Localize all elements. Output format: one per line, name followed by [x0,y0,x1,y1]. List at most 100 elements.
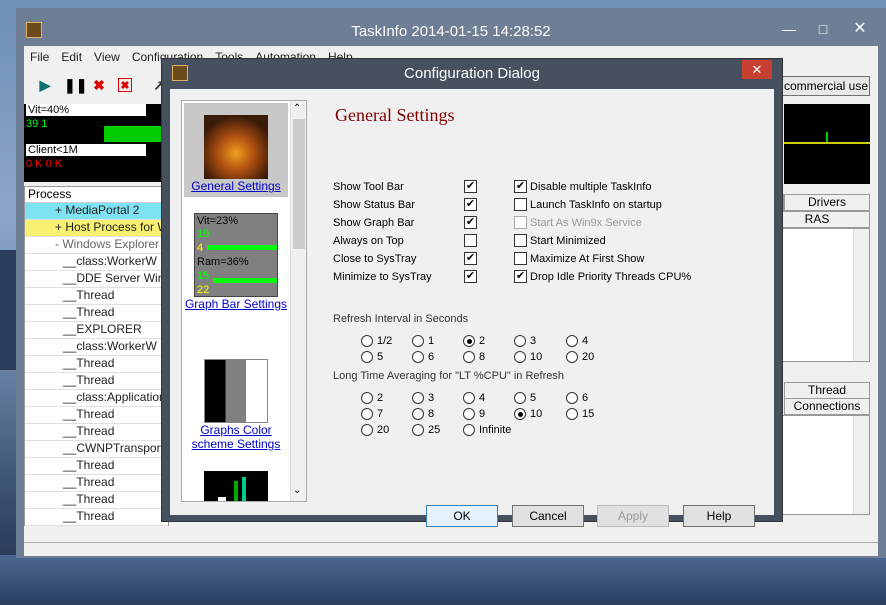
radio-option[interactable]: 3 [514,335,562,351]
process-row[interactable]: __Thread [25,458,168,475]
radio-option[interactable]: 3 [412,392,460,408]
upper-list-scrollbar[interactable] [853,229,869,361]
radio-option[interactable]: 8 [412,408,460,424]
process-row[interactable]: __EXPLORER [25,322,168,339]
process-row[interactable]: __Thread [25,407,168,424]
option-checkbox[interactable]: ✔ [514,270,527,283]
dialog-close-button[interactable]: ✕ [742,60,772,79]
lower-list-scrollbar[interactable] [853,416,869,514]
option-checkbox[interactable] [514,216,527,229]
process-row[interactable]: __class:WorkerW [25,254,168,271]
radio-option[interactable]: 2 [361,392,409,408]
radio-button[interactable] [361,392,373,404]
radio-button[interactable] [514,351,526,363]
pause-icon[interactable]: ❚❚ [64,78,87,92]
main-titlebar[interactable]: TaskInfo 2014-01-15 14:28:52 — □ ✕ [16,8,886,46]
radio-option[interactable]: 25 [412,424,460,440]
radio-button[interactable] [463,408,475,420]
kill-icon[interactable]: ✖ [92,78,106,92]
radio-option[interactable]: 2 [463,335,511,351]
option-checkbox[interactable] [514,198,527,211]
process-row[interactable]: __Thread [25,424,168,441]
radio-button[interactable] [514,408,526,420]
radio-option[interactable]: 8 [463,351,511,367]
radio-button[interactable] [412,424,424,436]
radio-button[interactable] [361,424,373,436]
radio-button[interactable] [566,335,578,347]
process-list[interactable]: Process + MediaPortal 2 + Host Process fo… [24,186,169,526]
option-checkbox[interactable] [514,234,527,247]
option-row[interactable]: ✔ Drop Idle Priority Threads CPU% [514,268,714,286]
radio-button[interactable] [566,351,578,363]
apply-button[interactable]: Apply [597,505,669,527]
radio-option[interactable]: 20 [566,351,614,367]
option-row[interactable]: ✔ Close to SysTray [333,250,533,268]
menu-file[interactable]: File [24,46,55,68]
nav-scroll-thumb[interactable] [293,119,305,249]
option-checkbox[interactable] [514,252,527,265]
radio-option[interactable]: 5 [361,351,409,367]
kill-tree-icon[interactable]: ✖ [118,78,132,92]
radio-option[interactable]: 4 [463,392,511,408]
radio-option[interactable]: 6 [412,351,460,367]
option-row[interactable]: ✔ Show Graph Bar [333,214,533,232]
help-button[interactable]: Help [683,505,755,527]
option-row[interactable]: Start As Win9x Service [514,214,714,232]
process-row[interactable]: - Windows Explorer [25,237,168,254]
radio-option[interactable]: 7 [361,408,409,424]
nav-scrollbar[interactable]: ⌃ ⌄ [290,101,306,501]
nav-general-settings[interactable]: General Settings [184,103,288,197]
radio-option[interactable]: 10 [514,408,562,424]
radio-button[interactable] [463,424,475,436]
ok-button[interactable]: OK [426,505,498,527]
option-checkbox[interactable] [464,234,477,247]
minimize-button[interactable]: — [772,18,806,40]
nav-color-scheme-settings[interactable]: Graphs Color scheme Settings [184,359,288,451]
radio-option[interactable]: 10 [514,351,562,367]
radio-option[interactable]: 9 [463,408,511,424]
process-row[interactable]: + MediaPortal 2 [25,203,168,220]
radio-button[interactable] [412,335,424,347]
radio-option[interactable]: 4 [566,335,614,351]
tab-connections[interactable]: Connections [784,398,870,415]
option-row[interactable]: ✔ Show Tool Bar [333,178,533,196]
process-row[interactable]: + Host Process for Wind [25,220,168,237]
maximize-button[interactable]: □ [806,18,840,40]
commercial-use-button[interactable]: commercial use [782,76,870,96]
process-row[interactable]: __Thread [25,288,168,305]
nav-graph-bar-settings-link[interactable]: Graph Bar Settings [185,297,287,311]
nav-general-settings-link[interactable]: General Settings [191,179,280,193]
tab-thread[interactable]: Thread [784,382,870,399]
option-checkbox[interactable]: ✔ [464,180,477,193]
option-checkbox[interactable]: ✔ [464,252,477,265]
radio-button[interactable] [514,392,526,404]
radio-button[interactable] [463,335,475,347]
nav-next-item[interactable] [184,471,288,501]
radio-button[interactable] [361,351,373,363]
tab-drivers[interactable]: Drivers [784,194,870,211]
radio-option[interactable]: 6 [566,392,614,408]
nav-color-scheme-link[interactable]: Graphs Color scheme Settings [192,423,281,451]
menu-edit[interactable]: Edit [55,46,88,68]
process-row[interactable]: __class:WorkerW [25,339,168,356]
process-column-header[interactable]: Process [25,187,168,203]
option-checkbox[interactable]: ✔ [514,180,527,193]
option-checkbox[interactable]: ✔ [464,270,477,283]
close-button[interactable]: ✕ [836,18,884,40]
radio-option[interactable]: Infinite [463,424,511,440]
radio-button[interactable] [566,408,578,420]
process-row[interactable]: __DDE Server Windo [25,271,168,288]
option-row[interactable]: Launch TaskInfo on startup [514,196,714,214]
menu-view[interactable]: View [88,46,126,68]
radio-button[interactable] [412,408,424,420]
option-checkbox[interactable]: ✔ [464,216,477,229]
radio-option[interactable]: 1 [412,335,460,351]
settings-nav[interactable]: General Settings Vit=23% 19 4 Ram=36% 15… [181,100,307,502]
process-row[interactable]: __CWNPTransportIm [25,441,168,458]
radio-option[interactable]: 20 [361,424,409,440]
option-row[interactable]: Maximize At First Show [514,250,714,268]
process-row[interactable]: __Thread [25,305,168,322]
option-row[interactable]: ✔ Show Status Bar [333,196,533,214]
option-row[interactable]: Always on Top [333,232,533,250]
radio-button[interactable] [361,408,373,420]
